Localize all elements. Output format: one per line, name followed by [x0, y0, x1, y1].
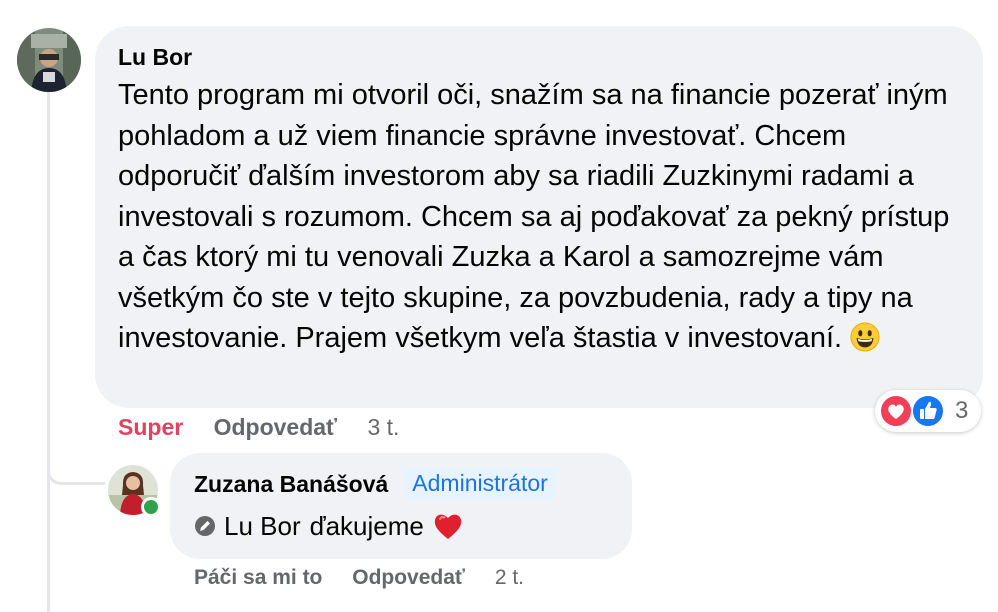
like-reaction-icon — [911, 394, 945, 428]
red-heart-icon — [434, 514, 462, 539]
comment-actions: Super Odpovedať 3 t. — [118, 414, 423, 441]
comment-body: Tento program mi otvoril oči, snažím sa … — [118, 79, 950, 354]
reply-button[interactable]: Odpovedať — [214, 414, 337, 440]
avatar-lu-bor[interactable] — [17, 28, 81, 92]
reply-text: Lu Bor ďakujeme — [194, 508, 632, 544]
reply-body: ďakujeme — [309, 511, 424, 541]
reply-bubble: Zuzana Banášová Administrátor Lu Bor ďak… — [170, 453, 632, 559]
comment-author-name[interactable]: Lu Bor — [118, 42, 983, 72]
like-button[interactable]: Páči sa mi to — [194, 566, 322, 589]
avatar-photo — [17, 28, 81, 92]
comment-timestamp[interactable]: 3 t. — [367, 414, 399, 440]
reactions-summary[interactable]: 3 — [875, 390, 981, 432]
online-status-dot — [141, 497, 161, 517]
comment-text: Tento program mi otvoril oči, snažím sa … — [118, 75, 968, 359]
reply-timestamp[interactable]: 2 t. — [495, 566, 524, 589]
reply-button[interactable]: Odpovedať — [352, 566, 465, 589]
reply-actions: Páči sa mi to Odpovedať 2 t. — [194, 566, 548, 590]
love-reaction-icon — [879, 394, 913, 428]
mention-pencil-icon — [195, 516, 215, 536]
super-reaction-button[interactable]: Super — [118, 414, 183, 440]
thread-line — [47, 92, 50, 612]
admin-badge[interactable]: Administrátor — [404, 467, 556, 500]
reply-header: Zuzana Banášová Administrátor — [194, 467, 632, 500]
reply-author-name[interactable]: Zuzana Banášová — [194, 469, 388, 499]
mention-link[interactable]: Lu Bor — [224, 508, 301, 544]
reply-connector-line — [47, 440, 105, 485]
reaction-count: 3 — [955, 397, 969, 424]
grinning-face-icon — [850, 322, 880, 352]
comment-bubble: Lu Bor Tento program mi otvoril oči, sna… — [95, 26, 983, 408]
